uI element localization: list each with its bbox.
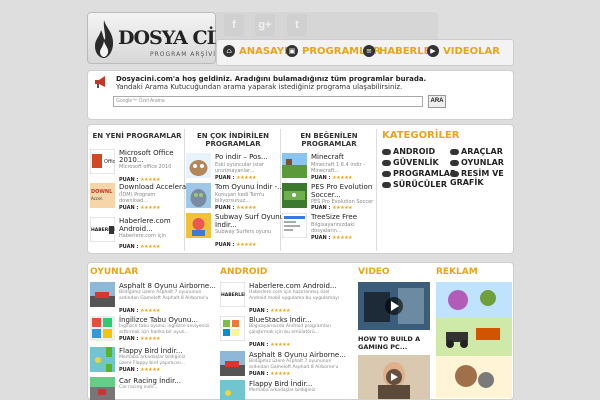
category-araclar[interactable]: ARAÇLAR (450, 147, 503, 156)
welcome-line-2: Yandaki Arama Kutucuğundan arama yaparak… (116, 83, 403, 91)
flappy-bird-thumbnail (90, 347, 115, 372)
category-bullet-icon (382, 181, 391, 188)
facebook-icon[interactable]: f (224, 14, 244, 36)
video-thumbnail-1[interactable] (358, 282, 430, 330)
android-header[interactable]: ANDROID (220, 267, 267, 277)
video-icon: ▶ (427, 45, 439, 57)
video-thumbnail-2[interactable] (358, 355, 430, 399)
category-bullet-icon (382, 159, 391, 166)
video-caption-line-2[interactable]: GAMING PC... (358, 343, 407, 351)
rating-stars: ★★★★★ (332, 235, 353, 241)
content-sections-panel: OYUNLAR ANDROID VIDEO REKLAM Asphalt 8 O… (87, 262, 514, 400)
pou-thumbnail (186, 153, 211, 178)
haberlere-app-thumbnail: HABERLER (220, 282, 245, 307)
rating-stars: ★★★★★ (140, 205, 161, 211)
divider (376, 129, 377, 251)
site-logo[interactable]: DOSYA CİNİ PROGRAM ARŞİVİ (87, 12, 240, 64)
rating-stars: ★★★★★ (270, 308, 291, 314)
ads-header: REKLAM (436, 267, 478, 277)
welcome-panel: Dosyacini.com'a hoş geldiniz. Aradığını … (87, 70, 514, 120)
asphalt-thumbnail (220, 351, 245, 376)
rating-stars: ★★★★★ (140, 336, 161, 342)
video-header[interactable]: VIDEO (358, 267, 390, 277)
asphalt-thumbnail (90, 282, 115, 307)
home-icon: ⌂ (223, 45, 235, 57)
rating-stars: ★★★★★ (236, 175, 257, 181)
rating-stars: ★★★★★ (140, 308, 161, 314)
rating-stars: ★★★★★ (332, 175, 353, 181)
rating-stars: ★★★★★ (236, 205, 257, 211)
treesize-thumbnail (282, 213, 307, 238)
subway-surf-thumbnail (186, 213, 211, 238)
haberlere-thumbnail: HABERLER (90, 217, 115, 242)
category-oyunlar[interactable]: OYUNLAR (450, 158, 504, 167)
office-thumbnail: Office (90, 149, 115, 174)
disk-icon: ▣ (286, 45, 298, 57)
category-bullet-icon (382, 148, 391, 155)
category-android[interactable]: ANDROID (382, 147, 435, 156)
games-header[interactable]: OYUNLAR (90, 267, 138, 277)
video-caption-line-1[interactable]: HOW TO BUILD A (358, 335, 420, 343)
category-bullet-icon (450, 170, 459, 177)
rating-stars: ★★★★★ (140, 244, 161, 250)
category-programlar[interactable]: PROGRAMLAR (382, 169, 456, 178)
svg-text:Office: Office (104, 159, 115, 165)
rating-stars: ★★★★★ (332, 205, 353, 211)
newest-programs-header: EN YENİ PROGRAMLAR (92, 132, 182, 140)
nav-videolar[interactable]: VIDEOLAR (443, 46, 500, 57)
welcome-line-1: Dosyacini.com'a hoş geldiniz. Aradığını … (116, 75, 427, 83)
flame-icon (95, 20, 114, 58)
category-bullet-icon (382, 170, 391, 177)
rating-stars: ★★★★★ (236, 242, 257, 248)
search-button[interactable]: ARA (428, 95, 446, 108)
twitter-icon[interactable]: t (287, 14, 307, 36)
svg-text:HABERLER: HABERLER (221, 292, 245, 298)
category-bullet-icon (450, 148, 459, 155)
rating-stars: ★★★★★ (270, 342, 291, 348)
news-icon: ≡ (363, 45, 375, 57)
categories-header: KATEGORİLER (382, 130, 460, 141)
rating-stars: ★★★★★ (270, 371, 291, 377)
svg-text:Accel.: Accel. (91, 196, 103, 201)
category-resim-ve-grafik[interactable]: RESİM VE GRAFİK (450, 169, 510, 187)
pes-thumbnail (282, 183, 307, 208)
tom-thumbnail (186, 183, 211, 208)
rating-stars: ★★★★★ (140, 367, 161, 373)
bluestacks-thumbnail (220, 316, 245, 341)
category-bullet-icon (450, 159, 459, 166)
download-accelerator-thumbnail: DOWNLAccel. (90, 183, 115, 208)
googleplus-icon[interactable]: g+ (255, 14, 275, 36)
ad-banner-image[interactable] (436, 282, 512, 398)
category-suruculer[interactable]: SÜRÜCÜLER (382, 180, 447, 189)
header-strip (216, 12, 438, 40)
category-guvenlik[interactable]: GÜVENLİK (382, 158, 439, 167)
minecraft-thumbnail (282, 153, 307, 178)
svg-text:DOWNL: DOWNL (91, 189, 113, 195)
search-input[interactable]: Google™ Özel Arama (113, 96, 423, 107)
main-nav: ⌂ ANASAYFA ▣ PROGRAMLAR ≡ HABERLER ▶ VID… (216, 39, 514, 66)
site-tagline: PROGRAM ARŞİVİ (150, 51, 216, 58)
tabu-thumbnail (90, 316, 115, 341)
megaphone-icon (95, 76, 105, 88)
car-racing-thumbnail (90, 377, 115, 400)
flappy-bird-thumbnail (220, 380, 245, 400)
program-lists-panel: EN YENİ PROGRAMLAR EN ÇOK İNDİRİLEN PROG… (87, 124, 514, 254)
most-liked-header: EN BEĞENİLEN PROGRAMLAR (300, 132, 358, 148)
most-downloaded-header: EN ÇOK İNDİRİLEN PROGRAMLAR (197, 132, 269, 148)
